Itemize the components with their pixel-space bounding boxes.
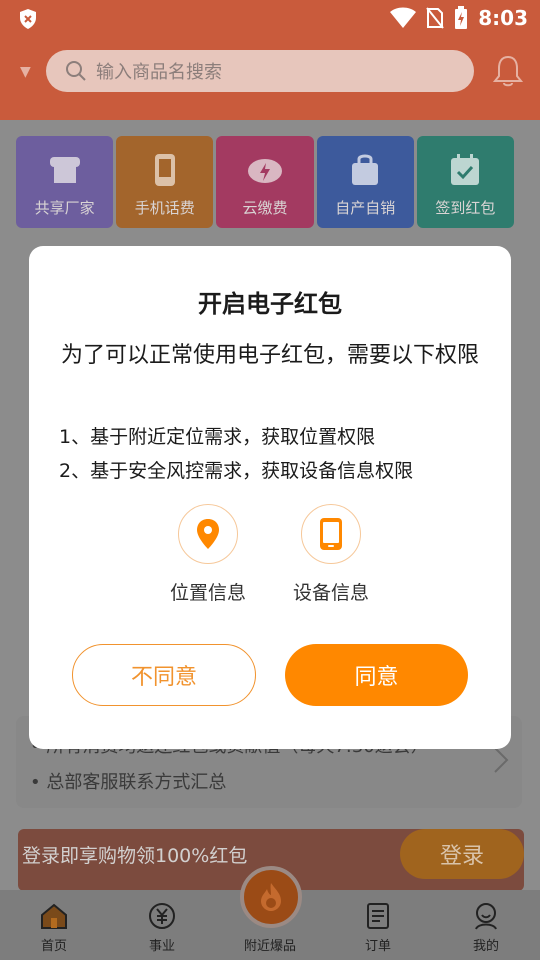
- phone-icon: [320, 518, 342, 550]
- permission-label: 位置信息: [169, 582, 246, 604]
- permission-device: 设备信息: [271, 504, 391, 605]
- disagree-button[interactable]: 不同意: [72, 644, 256, 706]
- agree-button[interactable]: 同意: [285, 644, 468, 706]
- permission-reason-item: 2、基于安全风控需求，获取设备信息权限: [59, 460, 414, 482]
- location-icon-circle: [178, 504, 238, 564]
- device-icon-circle: [301, 504, 361, 564]
- permission-location: 位置信息: [148, 504, 268, 605]
- dialog-title: 开启电子红包: [198, 290, 342, 318]
- dialog-subtitle: 为了可以正常使用电子红包，需要以下权限: [60, 343, 479, 368]
- permission-dialog: 开启电子红包 为了可以正常使用电子红包，需要以下权限 1、基于附近定位需求，获取…: [29, 246, 511, 749]
- permission-label: 设备信息: [292, 582, 369, 604]
- permission-reason-item: 1、基于附近定位需求，获取位置权限: [59, 426, 376, 448]
- location-pin-icon: [197, 519, 219, 549]
